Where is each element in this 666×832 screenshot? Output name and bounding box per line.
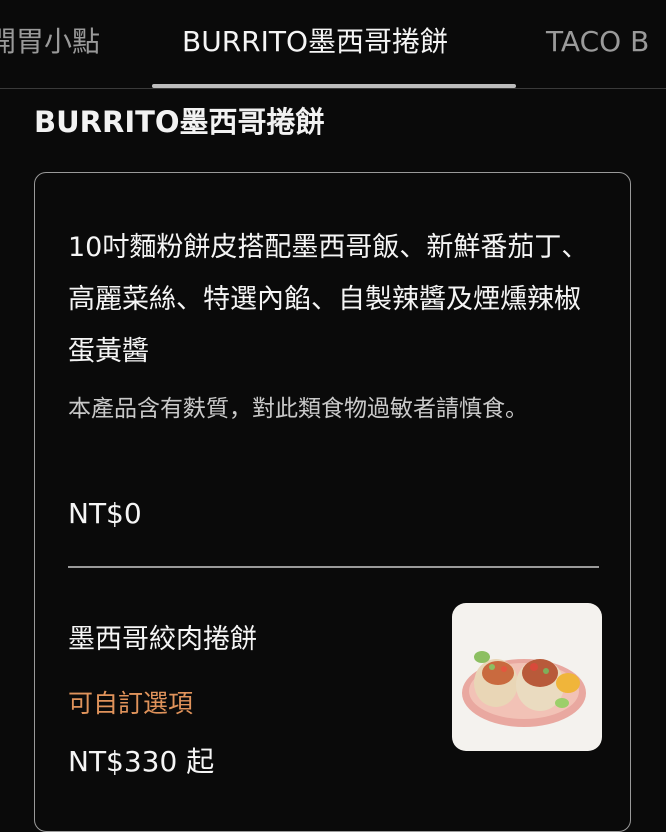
- category-base-price: NT$0: [68, 497, 142, 530]
- customizable-option-label: 可自訂選項: [68, 689, 194, 718]
- tab-appetizers[interactable]: 開胃小點: [0, 22, 100, 62]
- burrito-illustration: [462, 651, 586, 727]
- tab-taco[interactable]: TACO B: [546, 22, 649, 62]
- category-description: 10吋麵粉餅皮搭配墨西哥飯、新鮮番茄丁、高麗菜絲、特選內餡、自製辣醬及煙燻辣椒蛋…: [68, 232, 589, 367]
- card-divider: [68, 566, 599, 568]
- section-title: BURRITO墨西哥捲餅: [34, 105, 325, 139]
- allergen-notice: 本產品含有麩質，對此類食物過敏者請慎食。: [68, 396, 528, 422]
- menu-item-name: 墨西哥絞肉捲餅: [68, 624, 257, 655]
- burrito-photo[interactable]: [452, 603, 602, 751]
- category-tab-bar: 開胃小點 BURRITO墨西哥捲餅 TACO B: [0, 0, 666, 89]
- tab-burrito[interactable]: BURRITO墨西哥捲餅: [182, 22, 448, 62]
- active-tab-indicator: [152, 84, 516, 88]
- menu-item-price: NT$330 起: [68, 745, 215, 778]
